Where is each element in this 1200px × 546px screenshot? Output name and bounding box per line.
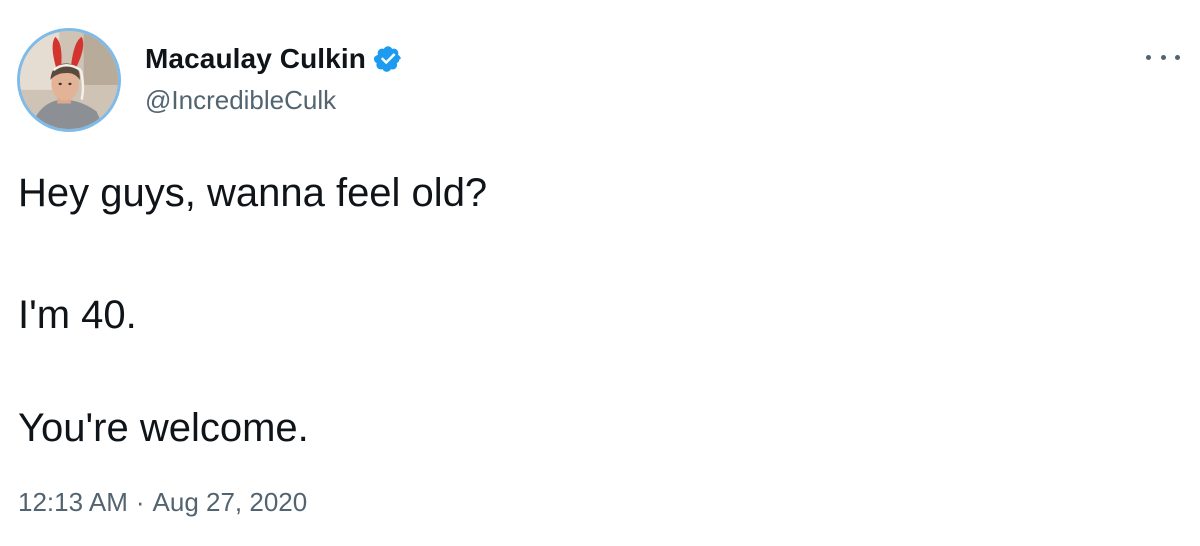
- author-name-row: Macaulay Culkin: [145, 42, 403, 76]
- tweet-text-line: You're welcome.: [18, 406, 309, 450]
- tweet-text-line: I'm 40.: [18, 293, 137, 337]
- tweet-time[interactable]: 12:13 AM: [18, 487, 128, 518]
- dot-icon: [1160, 54, 1166, 60]
- tweet-date[interactable]: Aug 27, 2020: [153, 487, 308, 518]
- timestamp-separator: ·: [135, 487, 145, 517]
- tweet-timestamp: 12:13 AM · Aug 27, 2020: [18, 487, 307, 518]
- avatar-image: [20, 31, 118, 129]
- more-options-icon[interactable]: [1146, 50, 1180, 64]
- author-display-name[interactable]: Macaulay Culkin: [145, 43, 366, 75]
- verified-badge-icon: [373, 44, 403, 74]
- author-handle[interactable]: @IncredibleCulk: [145, 85, 336, 116]
- avatar[interactable]: [17, 28, 121, 132]
- tweet-card: Macaulay Culkin @IncredibleCulk Hey guys…: [0, 0, 1200, 546]
- tweet-text-line: Hey guys, wanna feel old?: [18, 171, 488, 215]
- dot-icon: [1146, 54, 1151, 60]
- dot-icon: [1175, 54, 1180, 60]
